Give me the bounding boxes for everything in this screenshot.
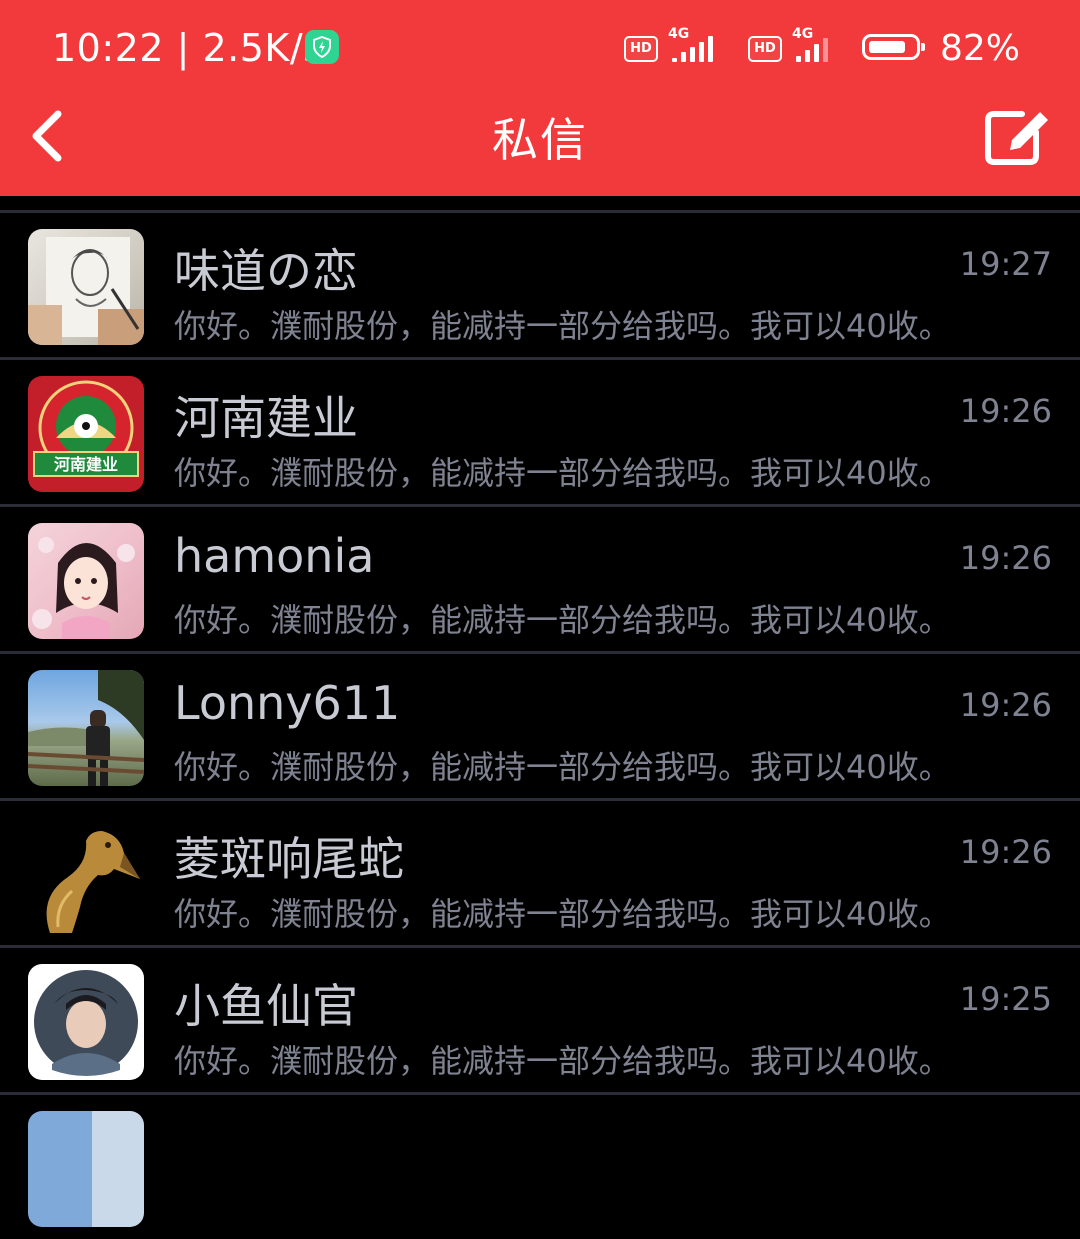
message-time: 19:25 [959, 980, 1052, 1018]
message-time: 19:26 [959, 392, 1052, 430]
conversation-list: 味道の恋 你好。濮耐股份，能减持一部分给我吗。我可以40收。 19:27 河南建… [0, 210, 1080, 1239]
message-time: 19:26 [959, 686, 1052, 724]
avatar[interactable] [28, 964, 144, 1080]
avatar[interactable] [28, 229, 144, 345]
battery-percent: 82% [940, 28, 1021, 69]
contact-name: 味道の恋 [174, 244, 358, 298]
conversation-item[interactable]: hamonia 你好。濮耐股份，能减持一部分给我吗。我可以40收。 19:26 [0, 507, 1080, 651]
club-logo-text: 河南建业 [54, 455, 118, 474]
shield-icon [305, 30, 339, 64]
header-bar: 10:22 | 2.5K/s HD 4G HD 4G 82% 私信 [0, 0, 1080, 196]
contact-name: Lonny611 [174, 676, 401, 730]
conversation-item[interactable] [0, 1095, 1080, 1239]
page-title: 私信 [492, 113, 588, 167]
hd-icon: HD [748, 36, 782, 62]
conversation-item[interactable]: 小鱼仙官 你好。濮耐股份，能减持一部分给我吗。我可以40收。 19:25 [0, 948, 1080, 1092]
message-preview: 你好。濮耐股份，能减持一部分给我吗。我可以40收。 [174, 1042, 951, 1080]
message-preview: 你好。濮耐股份，能减持一部分给我吗。我可以40收。 [174, 454, 951, 492]
avatar[interactable]: 河南建业 [28, 376, 144, 492]
edit-icon [985, 111, 1048, 165]
message-preview: 你好。濮耐股份，能减持一部分给我吗。我可以40收。 [174, 307, 951, 345]
avatar[interactable] [28, 817, 144, 933]
battery-icon [862, 34, 925, 60]
message-preview: 你好。濮耐股份，能减持一部分给我吗。我可以40收。 [174, 601, 951, 639]
message-preview: 你好。濮耐股份，能减持一部分给我吗。我可以40收。 [174, 895, 951, 933]
message-time: 19:26 [959, 539, 1052, 577]
conversation-item[interactable]: Lonny611 你好。濮耐股份，能减持一部分给我吗。我可以40收。 19:26 [0, 654, 1080, 798]
signal-icon [796, 36, 846, 62]
contact-name: 河南建业 [174, 391, 358, 445]
status-time: 10:22 | 2.5K/s [52, 26, 324, 70]
message-preview: 你好。濮耐股份，能减持一部分给我吗。我可以40收。 [174, 748, 951, 786]
conversation-item[interactable]: 菱斑响尾蛇 你好。濮耐股份，能减持一部分给我吗。我可以40收。 19:26 [0, 801, 1080, 945]
contact-name: 菱斑响尾蛇 [174, 832, 404, 886]
hd-icon: HD [624, 36, 658, 62]
message-time: 19:27 [959, 245, 1052, 283]
avatar[interactable] [28, 1111, 144, 1227]
avatar[interactable] [28, 670, 144, 786]
contact-name: hamonia [174, 529, 375, 583]
signal-icon [672, 36, 732, 62]
contact-name: 小鱼仙官 [174, 979, 358, 1033]
status-bar: 10:22 | 2.5K/s HD 4G HD 4G 82% [0, 0, 1080, 96]
avatar[interactable] [28, 523, 144, 639]
conversation-item[interactable]: 味道の恋 你好。濮耐股份，能减持一部分给我吗。我可以40收。 19:27 [0, 213, 1080, 357]
message-time: 19:26 [959, 833, 1052, 871]
compose-button[interactable] [982, 104, 1054, 168]
conversation-item[interactable]: 河南建业 河南建业 你好。濮耐股份，能减持一部分给我吗。我可以40收。 19:2… [0, 360, 1080, 504]
